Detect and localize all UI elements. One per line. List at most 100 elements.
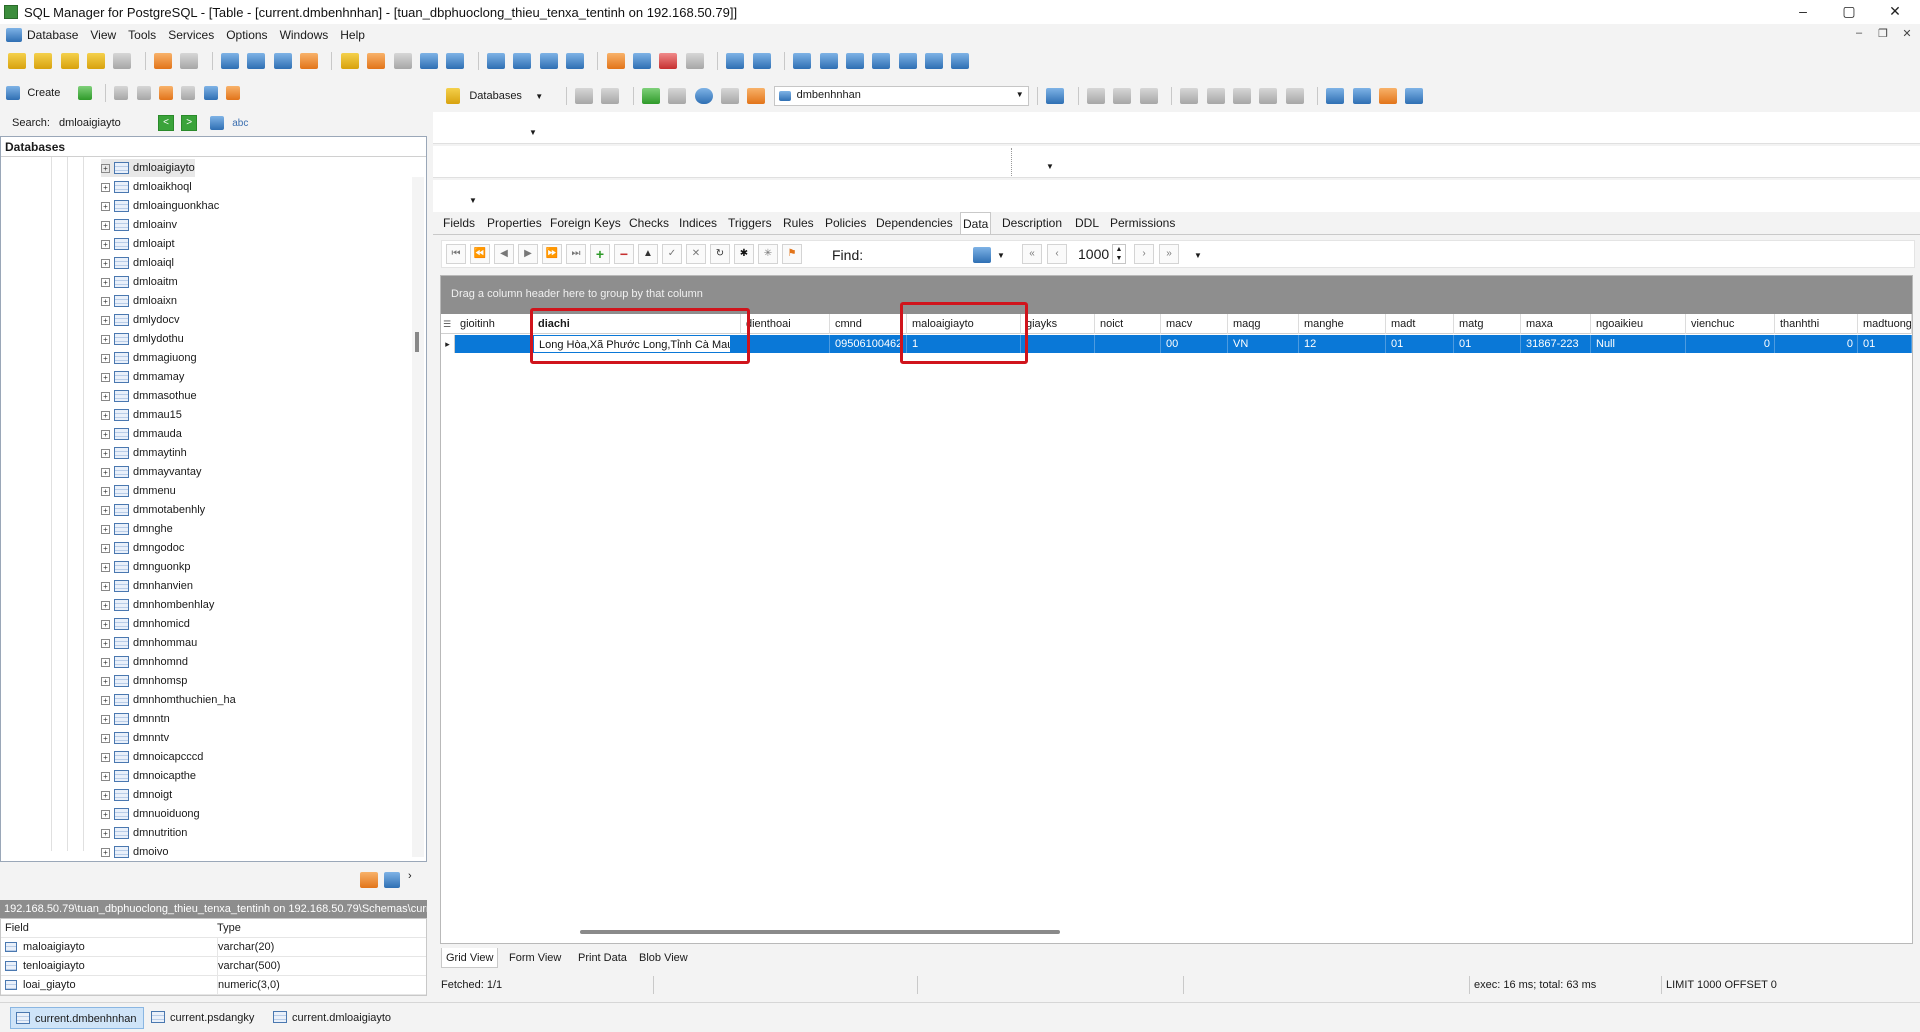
tree-item[interactable]: + dmnutrition — [101, 824, 187, 842]
import-icon[interactable] — [367, 53, 386, 69]
maximize-button[interactable]: ▢ — [1826, 0, 1872, 24]
roles-icon[interactable] — [539, 53, 558, 69]
tab-policies[interactable]: Policies — [823, 212, 868, 234]
bookmark-button[interactable]: ✱ — [734, 244, 754, 264]
tool-1-icon[interactable] — [1180, 88, 1199, 104]
navigator-options-icon[interactable]: ▼ — [1194, 251, 1202, 260]
column-header-matg[interactable]: matg — [1454, 314, 1521, 334]
refresh-data-button[interactable]: ↻ — [710, 244, 730, 264]
cell-vienchuc[interactable]: 0 — [1686, 335, 1775, 353]
properties-icon[interactable] — [136, 86, 151, 100]
strip-dropdown-icon-2[interactable]: ▼ — [1046, 162, 1054, 171]
find-dropdown-icon[interactable]: ▼ — [997, 251, 1005, 260]
expand-icon[interactable]: + — [101, 315, 110, 325]
expand-icon[interactable]: + — [101, 828, 110, 838]
unregister-db-icon[interactable] — [60, 53, 79, 69]
refresh-table-icon[interactable] — [641, 88, 660, 104]
strip-dropdown-icon-3[interactable]: ▼ — [469, 196, 477, 205]
tab-properties[interactable]: Properties — [485, 212, 544, 234]
expand-icon[interactable]: + — [101, 277, 110, 287]
tab-fields[interactable]: Fields — [441, 212, 477, 234]
extract-icon[interactable] — [419, 53, 438, 69]
db-menu-icon[interactable] — [87, 53, 106, 69]
column-chooser-icon[interactable]: ☰ — [443, 317, 453, 331]
tree-item[interactable]: + dmloainv — [101, 216, 177, 234]
mdi-minimize-icon[interactable]: – — [1848, 27, 1870, 43]
expand-icon[interactable]: + — [101, 163, 110, 173]
import-table-icon[interactable] — [1379, 88, 1398, 104]
field-row[interactable]: maloaigiayto varchar(20) — [1, 938, 426, 957]
column-header-noict[interactable]: noict — [1095, 314, 1161, 334]
match-case-button[interactable]: abc — [232, 118, 248, 129]
post-edit-button[interactable]: ✓ — [662, 244, 682, 264]
disconnect-icon[interactable] — [180, 53, 199, 69]
cell-madt[interactable]: 01 — [1386, 335, 1454, 353]
create-button[interactable]: Create — [27, 87, 60, 99]
databases-button[interactable]: Databases — [469, 90, 522, 102]
cell-matg[interactable]: 01 — [1454, 335, 1521, 353]
field-row[interactable]: loai_giayto numeric(3,0) — [1, 976, 426, 995]
expand-icon[interactable]: + — [101, 372, 110, 382]
expand-icon[interactable]: + — [101, 448, 110, 458]
find-options-icon[interactable] — [973, 247, 991, 263]
tree-item[interactable]: + dmloainguonkhac — [101, 197, 219, 215]
app-menu-icon[interactable] — [6, 28, 22, 42]
tile-icon[interactable] — [872, 53, 891, 69]
tree-item[interactable]: + dmmayvantay — [101, 463, 201, 481]
first-batch-button[interactable]: « — [1022, 244, 1042, 264]
cascade-icon[interactable] — [793, 53, 812, 69]
cell-manghe[interactable]: 12 — [1299, 335, 1386, 353]
add-icon[interactable] — [1087, 88, 1106, 104]
tab-data[interactable]: Data — [960, 212, 992, 234]
tree-item[interactable]: + dmnoicapcccd — [101, 748, 203, 766]
security-icon[interactable] — [565, 53, 584, 69]
tree-item[interactable]: + dmnntv — [101, 729, 169, 747]
tree-item[interactable]: + dmmasothue — [101, 387, 197, 405]
cell-gioitinh[interactable] — [455, 335, 533, 353]
next-page-button[interactable]: ⏩ — [542, 244, 562, 264]
tab-checks[interactable]: Checks — [627, 212, 671, 234]
view-tab-grid-view[interactable]: Grid View — [441, 948, 499, 968]
history-icon[interactable] — [203, 86, 218, 100]
report-icon-2[interactable] — [1326, 88, 1345, 104]
field-row[interactable]: tenloaigiayto varchar(500) — [1, 957, 426, 976]
commit-icon[interactable] — [1113, 88, 1132, 104]
next-batch-button[interactable]: › — [1134, 244, 1154, 264]
column-header-ngoaikieu[interactable]: ngoaikieu — [1591, 314, 1686, 334]
expand-icon[interactable]: + — [101, 847, 110, 857]
tree-item[interactable]: + dmnoigt — [101, 786, 172, 804]
tree-item[interactable]: + dmmenu — [101, 482, 176, 500]
tab-permissions[interactable]: Permissions — [1108, 212, 1177, 234]
tree-item[interactable]: + dmnghe — [101, 520, 173, 538]
tab-description[interactable]: Description — [1000, 212, 1064, 234]
search-next-button[interactable]: > — [181, 115, 198, 132]
layout-icon[interactable] — [384, 872, 400, 888]
new-object-icon[interactable] — [574, 88, 593, 104]
tree-item[interactable]: + dmloaipt — [101, 235, 175, 253]
expand-icon[interactable]: + — [101, 182, 110, 192]
expand-icon[interactable]: + — [101, 619, 110, 629]
expand-icon[interactable]: + — [101, 676, 110, 686]
databases-dropdown-icon[interactable]: ▼ — [535, 92, 543, 101]
tab-ddl[interactable]: DDL — [1073, 212, 1101, 234]
column-header-manghe[interactable]: manghe — [1299, 314, 1386, 334]
limit-spinner[interactable]: ▲ ▼ — [1112, 244, 1126, 264]
window-switch-icon[interactable] — [951, 53, 970, 69]
menu-help[interactable]: Help — [340, 28, 365, 42]
user-manager-icon[interactable] — [486, 53, 505, 69]
mdi-restore-icon[interactable]: ❐ — [1872, 27, 1894, 43]
filter-icon[interactable] — [210, 116, 225, 131]
prev-record-button[interactable]: ◀ — [494, 244, 514, 264]
expand-icon[interactable]: + — [101, 201, 110, 211]
minimize-button[interactable]: – — [1780, 0, 1826, 24]
expand-icon[interactable]: + — [101, 239, 110, 249]
tree-item[interactable]: + dmmauda — [101, 425, 182, 443]
cell-dienthoai[interactable] — [741, 335, 830, 353]
table-tools-icon[interactable] — [747, 88, 766, 104]
grid-hscrollbar[interactable] — [441, 926, 1912, 938]
tree-item[interactable]: + dmnhomthuchien_ha — [101, 691, 236, 709]
menu-options[interactable]: Options — [226, 28, 267, 42]
services-icon[interactable] — [606, 53, 625, 69]
refresh-icon[interactable] — [77, 86, 92, 100]
object-combo[interactable]: dmbenhnhan ▼ — [773, 86, 1029, 106]
